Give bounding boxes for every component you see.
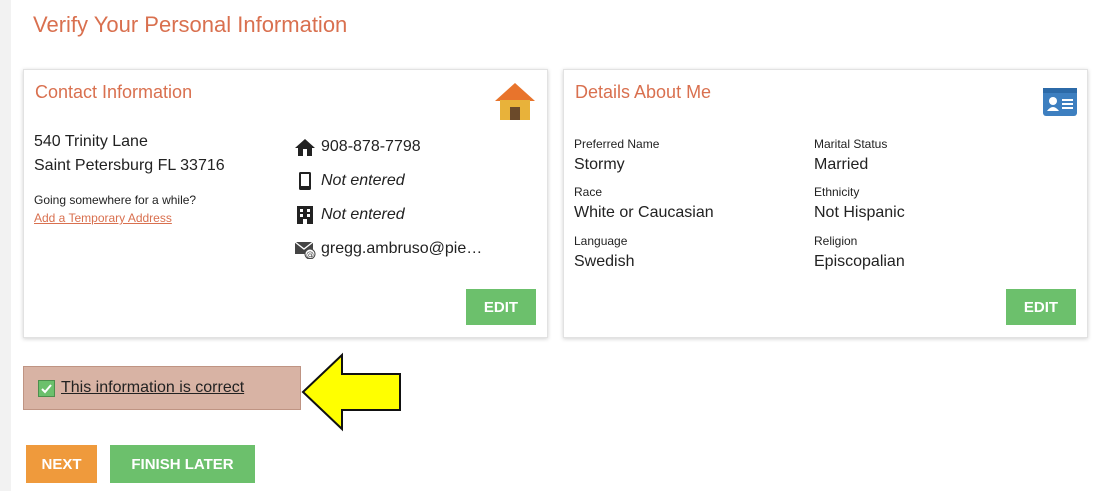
mobile-phone-row: Not entered — [294, 171, 405, 191]
ethnicity-label: Ethnicity — [814, 185, 860, 199]
email-row: @ gregg.ambruso@pie… — [294, 239, 482, 259]
building-icon — [297, 206, 313, 224]
home-phone-row: 908-878-7798 — [294, 137, 421, 157]
language-value: Swedish — [574, 253, 635, 270]
contact-information-card: Contact Information 540 Trinity Lane Sai… — [23, 69, 548, 338]
religion-value: Episcopalian — [814, 253, 905, 270]
work-phone-row: Not entered — [294, 205, 405, 225]
confirm-information-box: This information is correct — [23, 366, 301, 410]
address-line-2: Saint Petersburg FL 33716 — [34, 157, 225, 174]
home-phone-icon — [295, 139, 315, 156]
edit-details-button[interactable]: EDIT — [1006, 289, 1076, 325]
ethnicity-value: Not Hispanic — [814, 204, 905, 221]
edit-contact-button[interactable]: EDIT — [466, 289, 536, 325]
mobile-phone-icon — [299, 172, 311, 190]
preferred-name-value: Stormy — [574, 156, 625, 173]
page-title: Verify Your Personal Information — [33, 12, 348, 37]
work-phone-value: Not entered — [321, 206, 405, 223]
mobile-phone-value: Not entered — [321, 172, 405, 189]
temporary-address-prompt: Going somewhere for a while? — [34, 193, 197, 207]
email-address: gregg.ambruso@pie… — [321, 240, 483, 257]
marital-status-value: Married — [814, 156, 869, 173]
details-card-title: Details About Me — [575, 82, 712, 102]
add-temporary-address-link[interactable]: Add a Temporary Address — [34, 211, 172, 225]
details-about-me-card: Details About Me Preferred Name Stormy M… — [563, 69, 1088, 338]
checkmark-icon — [41, 383, 52, 393]
yellow-arrow-pointer — [301, 352, 401, 432]
finish-later-button[interactable]: FINISH LATER — [110, 445, 255, 483]
race-label: Race — [574, 185, 603, 199]
religion-label: Religion — [814, 234, 858, 248]
svg-text:@: @ — [306, 250, 314, 259]
confirm-information-label[interactable]: This information is correct — [61, 379, 244, 397]
next-button[interactable]: NEXT — [26, 445, 97, 483]
contact-card-title: Contact Information — [35, 82, 193, 102]
id-card-icon — [1043, 88, 1077, 116]
house-icon — [495, 83, 535, 120]
home-phone-number: 908-878-7798 — [321, 138, 421, 155]
language-label: Language — [574, 234, 628, 248]
confirm-checkbox[interactable] — [38, 379, 55, 397]
left-sidebar-strip — [0, 0, 11, 491]
email-icon: @ — [294, 241, 316, 259]
marital-status-label: Marital Status — [814, 137, 888, 151]
race-value: White or Caucasian — [574, 204, 714, 221]
address-line-1: 540 Trinity Lane — [34, 133, 148, 150]
preferred-name-label: Preferred Name — [574, 137, 660, 151]
